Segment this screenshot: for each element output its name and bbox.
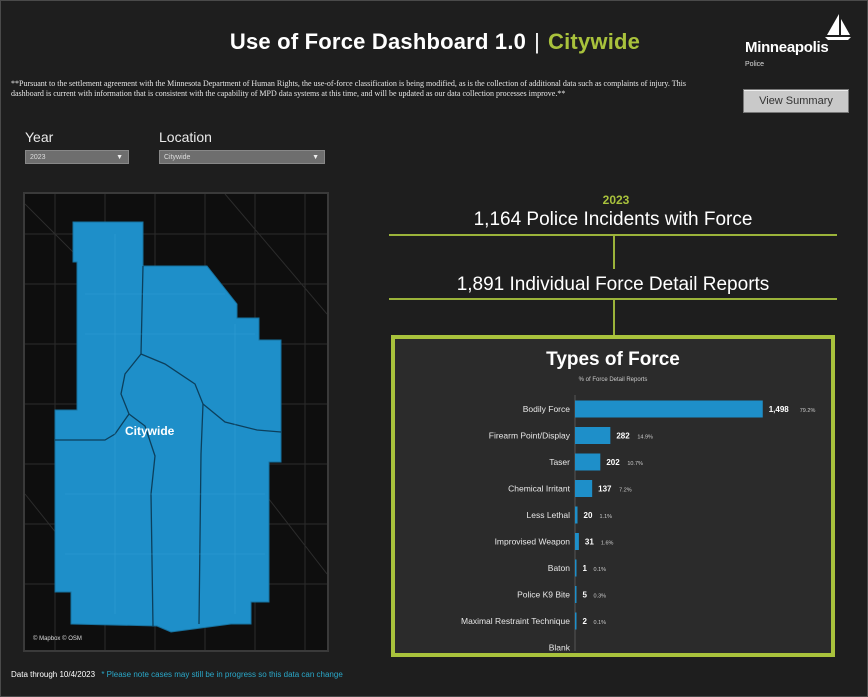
types-of-force-panel: Types of Force % of Force Detail Reports… xyxy=(391,335,835,657)
percent-label: 14.9% xyxy=(637,435,653,441)
category-label: Police K9 Bite xyxy=(517,590,570,600)
incidents-count: 1,164 Police Incidents with Force xyxy=(473,209,753,230)
percent-label: 79.2% xyxy=(800,408,816,414)
value-label: 137 xyxy=(598,485,612,494)
location-select[interactable]: Citywide ▼ xyxy=(159,150,325,164)
reports-count: 1,891 Individual Force Detail Reports xyxy=(456,274,770,295)
chart-bar[interactable] xyxy=(575,586,577,603)
city-map[interactable]: Citywide © Mapbox © OSM xyxy=(23,192,329,652)
minneapolis-police-logo: Minneapolis Police xyxy=(743,13,853,73)
map-attribution: © Mapbox © OSM xyxy=(33,636,82,642)
value-label: 5 xyxy=(583,591,588,600)
footer: Data through 10/4/2023 * Please note cas… xyxy=(11,670,343,679)
footer-note: * Please note cases may still be in prog… xyxy=(101,670,343,679)
chart-bar[interactable] xyxy=(575,506,578,524)
summary-year: 2023 xyxy=(602,193,630,207)
chart-bar[interactable] xyxy=(575,480,593,497)
percent-label: 1.1% xyxy=(600,514,613,520)
data-through-text: Data through 10/4/2023 xyxy=(11,670,96,679)
year-select[interactable]: 2023 ▼ xyxy=(25,150,129,164)
category-label: Blank xyxy=(549,643,571,653)
page-title: Use of Force Dashboard 1.0 | Citywide xyxy=(1,29,867,55)
category-label: Taser xyxy=(549,457,570,467)
value-label: 20 xyxy=(584,511,593,520)
types-of-force-chart: Bodily Force 1,498 79.2% Firearm Point/Disp… xyxy=(461,395,816,653)
dashboard-title: Use of Force Dashboard 1.0 xyxy=(229,29,527,54)
map-area-label: Citywide xyxy=(125,424,175,438)
connector-line xyxy=(613,235,615,269)
value-label: 2 xyxy=(583,617,588,626)
logo-name: Minneapolis xyxy=(745,39,829,56)
category-label: Bodily Force xyxy=(523,404,571,414)
value-label: 282 xyxy=(616,432,630,441)
year-filter-label: Year xyxy=(25,129,54,145)
percent-label: 7.2% xyxy=(619,488,632,494)
percent-label: 10.7% xyxy=(627,461,643,467)
chevron-down-icon: ▼ xyxy=(116,154,123,161)
dashboard-frame: Use of Force Dashboard 1.0 | Citywide Minn… xyxy=(0,0,868,697)
percent-label: 0.1% xyxy=(594,620,607,626)
category-label: Chemical Irritant xyxy=(508,484,571,494)
chart-bar[interactable] xyxy=(575,533,579,550)
chart-bar[interactable] xyxy=(575,612,577,630)
value-label: 202 xyxy=(606,458,620,467)
view-summary-button[interactable]: View Summary xyxy=(743,89,849,113)
chevron-down-icon: ▼ xyxy=(312,154,319,161)
title-separator: | xyxy=(534,29,541,54)
title-location: Citywide xyxy=(548,29,641,54)
category-label: Improvised Weapon xyxy=(495,537,571,547)
percent-label: 0.1% xyxy=(594,567,607,573)
chart-bar[interactable] xyxy=(575,559,577,577)
map-canvas xyxy=(25,194,327,650)
category-label: Baton xyxy=(548,563,570,573)
value-label: 1,498 xyxy=(769,405,790,414)
category-label: Less Lethal xyxy=(527,510,571,520)
connector-line xyxy=(613,299,615,335)
value-label: 1 xyxy=(583,564,588,573)
chart-bar[interactable] xyxy=(575,453,601,471)
location-filter-label: Location xyxy=(159,129,212,145)
logo-sub: Police xyxy=(745,61,765,68)
disclaimer-text: **Pursuant to the settlement agreement w… xyxy=(11,79,686,98)
chart-bar[interactable] xyxy=(575,427,611,444)
value-label: 31 xyxy=(585,538,594,547)
year-select-value: 2023 xyxy=(30,154,46,161)
percent-label: 0.3% xyxy=(594,594,607,600)
chart-bar[interactable] xyxy=(575,400,763,418)
percent-label: 1.6% xyxy=(601,541,614,547)
category-label: Maximal Restraint Technique xyxy=(461,616,570,626)
category-label: Firearm Point/Display xyxy=(489,431,571,441)
location-select-value: Citywide xyxy=(164,154,191,161)
sailboat-icon xyxy=(825,14,851,40)
